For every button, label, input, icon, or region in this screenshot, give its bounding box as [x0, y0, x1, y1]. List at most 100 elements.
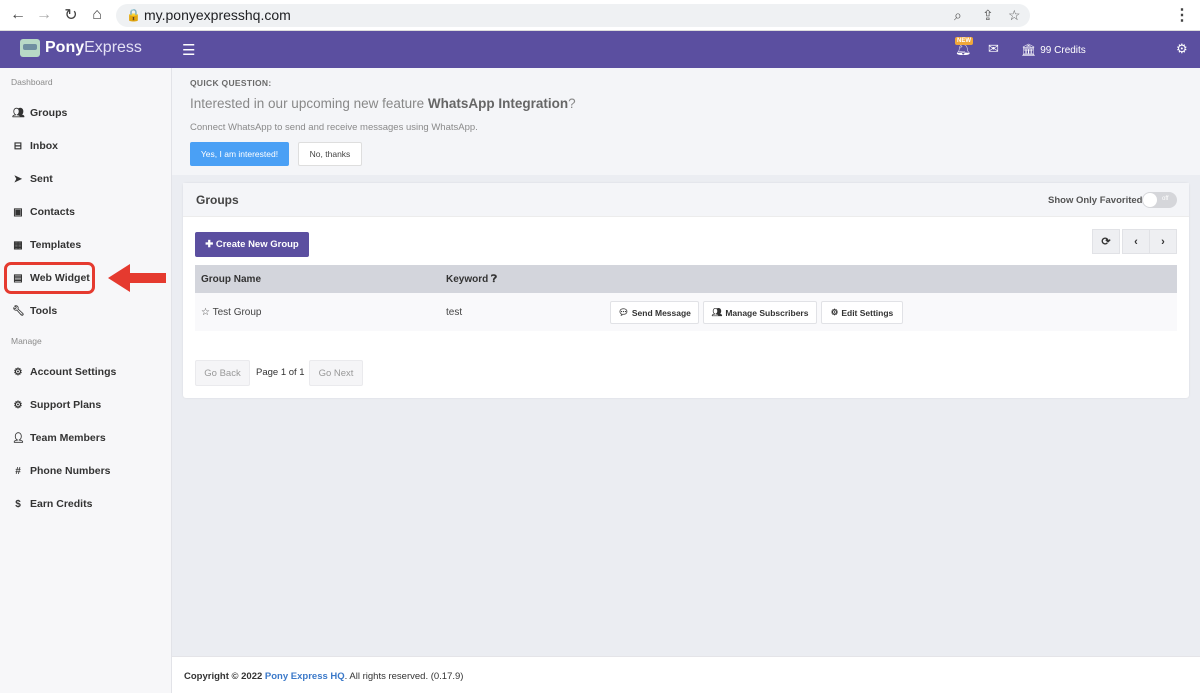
users-icon: 👥︎ [12, 107, 25, 119]
gears-icon[interactable]: ⚙ [1176, 41, 1188, 57]
quick-question-label: QUICK QUESTION: [190, 78, 272, 88]
sidebar-item-label: Contacts [30, 206, 75, 218]
sidebar-item-sent[interactable]: ➤ Sent [12, 170, 53, 188]
comment-icon: 💬︎ [618, 307, 629, 317]
hash-icon: # [15, 465, 21, 477]
brand-logo[interactable]: PonyExpress [20, 39, 142, 57]
table-header: Group Name Keyword ❓︎ [195, 265, 1177, 293]
gear-icon: ⚙ [13, 366, 23, 378]
manage-subscribers-button[interactable]: 👥︎ Manage Subscribers [703, 301, 817, 324]
favorited-toggle[interactable]: off [1142, 192, 1177, 208]
question-circle-icon[interactable]: ❓︎ [491, 274, 497, 285]
back-arrow-icon[interactable]: ← [8, 5, 28, 25]
red-arrow-pointer [108, 264, 166, 292]
sidebar-item-templates[interactable]: ▦ Templates [12, 236, 81, 254]
browser-toolbar: ← → ↻ ⌂ 🔒 my.ponyexpresshq.com ⌕ ⇪ ☆ ⋮ [0, 0, 1200, 31]
show-favorited-label: Show Only Favorited [1048, 195, 1143, 206]
prev-page-button[interactable]: ‹ [1122, 229, 1150, 254]
sidebar-item-contacts[interactable]: ▣ Contacts [12, 203, 75, 221]
keyword-label: Keyword [446, 274, 489, 285]
keyword-cell: test [446, 307, 463, 318]
refresh-icon: ⟳ [1101, 236, 1111, 248]
envelope-icon[interactable]: ✉ [988, 41, 999, 57]
toggle-text: off [1162, 196, 1169, 202]
go-back-button[interactable]: Go Back [195, 360, 250, 386]
users-icon: 👥︎ [711, 307, 723, 317]
group-name-cell[interactable]: ☆ Test Group [201, 307, 262, 318]
inbox-icon: ⊟ [13, 140, 23, 152]
sidebar-section-manage: Manage [11, 336, 42, 346]
groups-panel: Groups Show Only Favorited off ✚ Create … [183, 183, 1189, 398]
next-page-button[interactable]: › [1149, 229, 1177, 254]
reload-icon[interactable]: ↻ [61, 5, 81, 25]
address-book-icon: ▣ [13, 206, 23, 218]
brand-name-bold: Pony [45, 39, 85, 56]
new-badge: NEW [955, 37, 973, 45]
address-bar[interactable]: 🔒 my.ponyexpresshq.com ⌕ ⇪ ☆ [116, 4, 1030, 27]
url-text[interactable]: my.ponyexpresshq.com [144, 7, 291, 23]
browser-menu-icon[interactable]: ⋮ [1172, 5, 1192, 25]
sidebar-item-earn-credits[interactable]: $ Earn Credits [12, 495, 92, 513]
sidebar-item-label: Support Plans [30, 399, 102, 411]
add-user-icon: 👤︎ [12, 432, 25, 444]
templates-grid-icon: ▦ [13, 239, 23, 251]
gear-icon: ⚙ [830, 307, 839, 317]
copyright-suffix: . All rights reserved. (0.17.9) [344, 671, 464, 682]
plus-icon: ✚ [205, 239, 216, 250]
copyright-text: Copyright © 2022 Pony Express HQ. All ri… [184, 671, 463, 682]
interested-button[interactable]: Yes, I am interested! [190, 142, 289, 166]
hamburger-menu-icon[interactable]: ☰ [182, 41, 195, 59]
sidebar-item-groups[interactable]: 👥︎ Groups [12, 104, 67, 122]
sidebar-item-phone-numbers[interactable]: # Phone Numbers [12, 462, 110, 480]
quick-question-subtitle: Connect WhatsApp to send and receive mes… [190, 122, 478, 133]
sidebar-section-dashboard: Dashboard [11, 77, 53, 87]
sidebar-item-label: Earn Credits [30, 498, 93, 510]
create-new-group-button[interactable]: ✚ Create New Group [195, 232, 309, 257]
gear-icon: ⚙ [13, 399, 23, 411]
search-icon[interactable]: ⌕ [954, 7, 962, 24]
go-next-button[interactable]: Go Next [309, 360, 363, 386]
column-keyword[interactable]: Keyword ❓︎ [446, 274, 497, 285]
chevron-right-icon: › [1161, 235, 1165, 248]
edit-settings-button[interactable]: ⚙ Edit Settings [821, 301, 903, 324]
share-icon[interactable]: ⇪ [982, 7, 994, 24]
sidebar-item-team-members[interactable]: 👤︎ Team Members [12, 429, 106, 447]
home-icon[interactable]: ⌂ [87, 5, 107, 25]
create-label: Create New Group [215, 239, 299, 250]
quick-question-title: Interested in our upcoming new feature W… [190, 96, 576, 111]
page-indicator: Page 1 of 1 [256, 367, 305, 378]
group-name: Test Group [212, 307, 262, 318]
chevron-left-icon: ‹ [1134, 235, 1138, 248]
star-icon[interactable]: ☆ [1008, 7, 1021, 24]
sidebar-item-account-settings[interactable]: ⚙ Account Settings [12, 363, 117, 381]
sidebar-item-label: Inbox [30, 140, 58, 152]
wrench-icon: 🔧︎ [12, 305, 25, 317]
toggle-knob [1143, 193, 1157, 207]
column-group-name[interactable]: Group Name [201, 274, 261, 285]
sidebar-item-tools[interactable]: 🔧︎ Tools [12, 302, 57, 320]
no-thanks-button[interactable]: No, thanks [298, 142, 362, 166]
refresh-button[interactable]: ⟳ [1092, 229, 1120, 254]
dollar-icon: $ [15, 498, 21, 510]
pony-logo-icon [20, 39, 40, 57]
quick-question-banner: QUICK QUESTION: Interested in our upcomi… [172, 68, 1200, 175]
title-suffix: ? [568, 96, 576, 111]
credits-link[interactable]: 🏛︎ 99 Credits [1021, 43, 1086, 57]
lock-icon: 🔒 [126, 8, 141, 22]
web-widget-highlight [4, 262, 95, 294]
sidebar-item-label: Sent [30, 173, 53, 185]
send-message-button[interactable]: 💬︎ Send Message [610, 301, 699, 324]
paper-plane-icon: ➤ [13, 173, 23, 185]
main-content: QUICK QUESTION: Interested in our upcomi… [172, 68, 1200, 656]
title-bold: WhatsApp Integration [427, 96, 569, 111]
sidebar: Dashboard 👥︎ Groups ⊟ Inbox ➤ Sent ▣ Con… [0, 68, 172, 693]
footer: Copyright © 2022 Pony Express HQ. All ri… [172, 656, 1200, 693]
forward-arrow-icon[interactable]: → [34, 5, 54, 25]
title-prefix: Interested in our upcoming new feature [190, 96, 428, 111]
sidebar-item-label: Templates [30, 239, 82, 251]
panel-title: Groups [196, 193, 239, 207]
company-link[interactable]: Pony Express HQ [265, 671, 345, 682]
sidebar-item-support-plans[interactable]: ⚙ Support Plans [12, 396, 102, 414]
star-outline-icon[interactable]: ☆ [201, 307, 210, 318]
sidebar-item-inbox[interactable]: ⊟ Inbox [12, 137, 58, 155]
